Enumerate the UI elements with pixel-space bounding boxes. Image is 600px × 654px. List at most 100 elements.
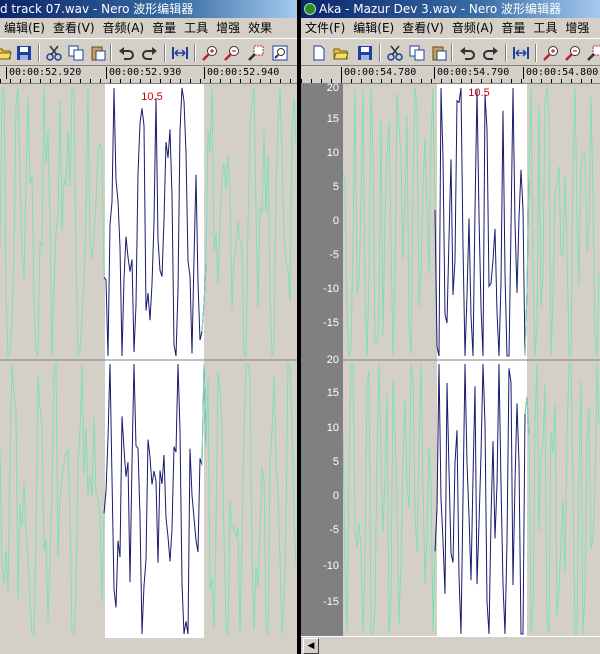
waveform-display[interactable]: 10.5 [0, 84, 297, 638]
zoom-in-icon[interactable] [541, 43, 561, 63]
scale-label: -10 [323, 560, 339, 572]
toolbar-separator [38, 44, 40, 62]
zoom-in-icon[interactable] [200, 43, 220, 63]
ruler-label: 00:00:52.920 [6, 67, 81, 79]
ruler-label: 00:00:52.940 [204, 67, 279, 79]
waveform-line [343, 363, 440, 635]
redo-icon[interactable] [481, 43, 501, 63]
waveform-canvas[interactable]: 10.5 [0, 84, 297, 638]
menu-file[interactable]: 文件(F) [301, 18, 349, 38]
waveform-line [201, 363, 297, 635]
scale-label: -5 [329, 249, 339, 261]
toolbar [0, 38, 297, 66]
left-editor-window: d track 07.wav - Nero 波形编辑器 编辑(E) 查看(V) 音频… [0, 0, 297, 654]
redo-icon[interactable] [140, 43, 160, 63]
scale-label: -10 [323, 283, 339, 295]
fit-icon[interactable] [511, 43, 531, 63]
menu-enhance[interactable]: 增强 [212, 18, 244, 38]
ruler-label: 00:00:54.780 [341, 67, 416, 79]
zoom-selection-icon[interactable] [585, 43, 600, 63]
zoom-full-icon[interactable] [270, 43, 290, 63]
toolbar-separator [379, 44, 381, 62]
fit-icon[interactable] [170, 43, 190, 63]
scale-label: 5 [332, 456, 339, 468]
copy-icon[interactable] [66, 43, 86, 63]
menu-edit[interactable]: 编辑(E) [0, 18, 49, 38]
window-title: d track 07.wav - Nero 波形编辑器 [0, 2, 194, 16]
menu-tools[interactable]: 工具 [529, 18, 561, 38]
cut-icon[interactable] [385, 43, 405, 63]
window-title: Aka - Mazur Dev 3.wav - Nero 波形编辑器 [319, 2, 562, 16]
menu-edit[interactable]: 编辑(E) [349, 18, 398, 38]
scale-label: 15 [326, 113, 339, 125]
scale-label: 10 [326, 147, 339, 159]
right-editor-window: Aka - Mazur Dev 3.wav - Nero 波形编辑器 文件(F)… [301, 0, 600, 654]
toolbar-separator [451, 44, 453, 62]
toolbar-separator [164, 44, 166, 62]
scale-label: 0 [332, 215, 339, 227]
paste-icon[interactable] [429, 43, 449, 63]
toolbar-separator [535, 44, 537, 62]
waveform-display[interactable]: 10.5 [343, 84, 600, 638]
waveform-canvas[interactable]: 10.5 [343, 84, 600, 638]
scale-label: 15 [326, 387, 339, 399]
selection-length-label: 10.5 [468, 87, 489, 99]
time-ruler[interactable]: 00:00:52.920 00:00:52.930 00:00:52.940 [0, 66, 297, 84]
horizontal-scrollbar[interactable]: ◀ [301, 636, 600, 654]
scale-label: 20 [326, 354, 339, 366]
open-icon[interactable] [331, 43, 351, 63]
ruler-ticks [0, 79, 297, 83]
menu-volume[interactable]: 音量 [148, 18, 180, 38]
ruler-label: 00:00:52.930 [106, 67, 181, 79]
cut-icon[interactable] [44, 43, 64, 63]
undo-icon[interactable] [457, 43, 477, 63]
ruler-ticks [301, 79, 600, 83]
title-bar[interactable]: Aka - Mazur Dev 3.wav - Nero 波形编辑器 [301, 0, 600, 18]
waveform-line [201, 87, 297, 357]
waveform-line [524, 363, 600, 635]
waveform-line [0, 87, 107, 357]
menu-view[interactable]: 查看(V) [398, 18, 448, 38]
toolbar-separator [194, 44, 196, 62]
waveform-line [524, 87, 600, 358]
menu-audio[interactable]: 音频(A) [448, 18, 498, 38]
scale-label: 10 [326, 422, 339, 434]
zoom-out-icon[interactable] [563, 43, 583, 63]
scale-label: -15 [323, 596, 339, 608]
zoom-out-icon[interactable] [222, 43, 242, 63]
menu-view[interactable]: 查看(V) [49, 18, 99, 38]
scale-label: -5 [329, 524, 339, 536]
zoom-selection-icon[interactable] [246, 43, 266, 63]
scale-label: 5 [332, 181, 339, 193]
ruler-label: 00:00:54.790 [434, 67, 509, 79]
menu-enhance[interactable]: 增强 [561, 18, 593, 38]
title-bar[interactable]: d track 07.wav - Nero 波形编辑器 [0, 0, 297, 18]
menu-tools[interactable]: 工具 [180, 18, 212, 38]
toolbar-separator [110, 44, 112, 62]
selection-length-label: 10.5 [141, 91, 162, 103]
copy-icon[interactable] [407, 43, 427, 63]
time-ruler[interactable]: 00:00:54.780 00:00:54.790 00:00:54.800 [301, 66, 600, 84]
scale-label: 20 [326, 82, 339, 94]
waveform-line [343, 87, 440, 357]
nero-app-icon [304, 3, 316, 15]
toolbar-separator [505, 44, 507, 62]
undo-icon[interactable] [116, 43, 136, 63]
menu-bar: 文件(F) 编辑(E) 查看(V) 音频(A) 音量 工具 增强 [301, 18, 600, 38]
save-icon[interactable] [355, 43, 375, 63]
scale-label: 0 [332, 490, 339, 502]
amplitude-scale: 20 15 10 5 0 -5 -10 -15 20 15 10 5 0 -5 … [301, 82, 343, 638]
menu-bar: 编辑(E) 查看(V) 音频(A) 音量 工具 增强 效果 [0, 18, 297, 38]
paste-icon[interactable] [88, 43, 108, 63]
menu-volume[interactable]: 音量 [497, 18, 529, 38]
ruler-label: 00:00:54.800 [523, 67, 598, 79]
save-icon[interactable] [14, 43, 34, 63]
new-file-icon[interactable] [309, 43, 329, 63]
menu-effects[interactable]: 效果 [244, 18, 276, 38]
waveform-line [0, 363, 107, 635]
scroll-left-button[interactable]: ◀ [303, 638, 319, 654]
toolbar [301, 38, 600, 66]
open-icon[interactable] [0, 43, 14, 63]
menu-audio[interactable]: 音频(A) [99, 18, 149, 38]
scale-label: -15 [323, 317, 339, 329]
